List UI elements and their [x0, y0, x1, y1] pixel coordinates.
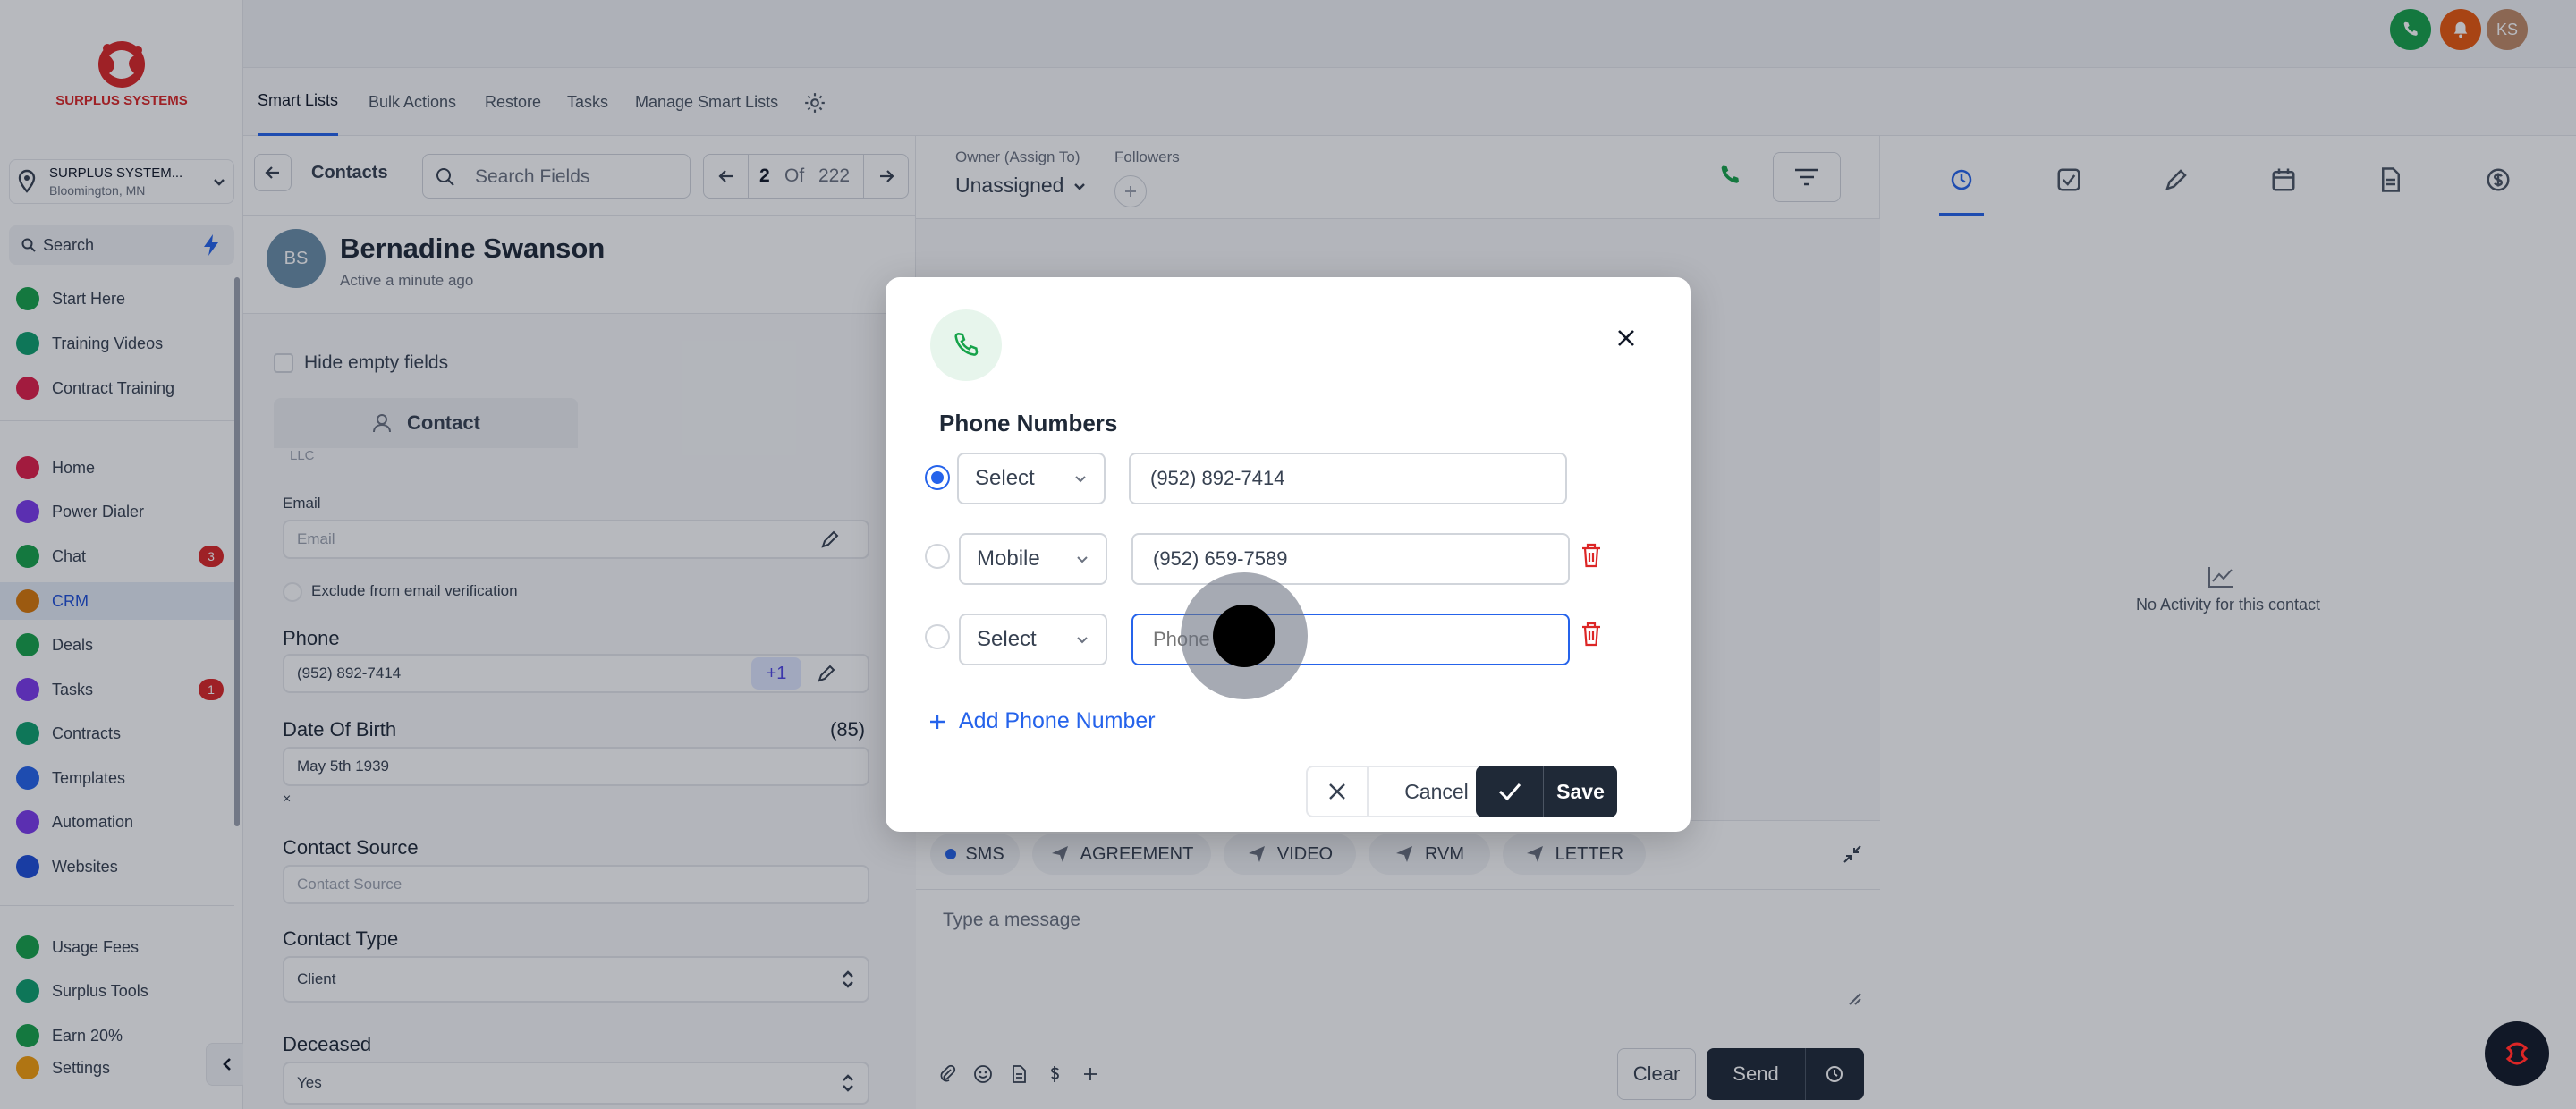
brand-mark-icon — [2505, 1042, 2529, 1065]
phone-type-value: Select — [975, 466, 1035, 490]
phone-type-value: Select — [977, 627, 1037, 651]
modal-title: Phone Numbers — [939, 410, 1118, 436]
radio-dot — [931, 471, 944, 484]
save-label: Save — [1556, 779, 1605, 803]
chevron-down-icon — [1077, 637, 1088, 644]
modal-icon-badge — [930, 309, 1002, 381]
plus-icon — [930, 714, 945, 729]
add-phone-label: Add Phone Number — [959, 708, 1156, 733]
chevron-down-icon — [1075, 476, 1086, 483]
close-modal-button[interactable] — [1610, 322, 1642, 354]
phone-type-select-3[interactable]: Select — [959, 614, 1107, 665]
chevron-down-icon — [1077, 556, 1088, 563]
phone-type-select-2[interactable]: Mobile — [959, 533, 1107, 585]
close-icon — [1618, 330, 1634, 346]
trash-icon[interactable] — [1580, 621, 1603, 648]
phone-number-value: (952) 892-7414 — [1150, 467, 1285, 489]
primary-phone-radio-2[interactable] — [925, 544, 950, 569]
phone-type-value: Mobile — [977, 546, 1040, 571]
click-indicator — [1181, 572, 1308, 699]
primary-phone-radio-1[interactable] — [925, 465, 950, 490]
phone-icon — [954, 332, 979, 356]
primary-phone-radio-3[interactable] — [925, 624, 950, 649]
cancel-icon-box — [1308, 767, 1368, 816]
save-icon-box — [1476, 766, 1544, 817]
phone-numbers-modal: Phone Numbers Select (952) 892-7414 Mobi… — [886, 277, 1690, 832]
help-widget-button[interactable] — [2485, 1021, 2549, 1086]
save-button[interactable]: Save — [1476, 766, 1617, 817]
add-phone-number-button[interactable]: Add Phone Number — [928, 708, 1156, 734]
trash-icon[interactable] — [1580, 542, 1603, 569]
phone-number-value: (952) 659-7589 — [1153, 547, 1288, 570]
phone-number-input-1[interactable]: (952) 892-7414 — [1129, 453, 1567, 504]
phone-type-select-1[interactable]: Select — [957, 453, 1106, 504]
click-indicator-dot — [1213, 605, 1275, 667]
check-icon — [1498, 783, 1521, 801]
close-icon — [1329, 783, 1345, 800]
phone-number-input-2[interactable]: (952) 659-7589 — [1131, 533, 1570, 585]
